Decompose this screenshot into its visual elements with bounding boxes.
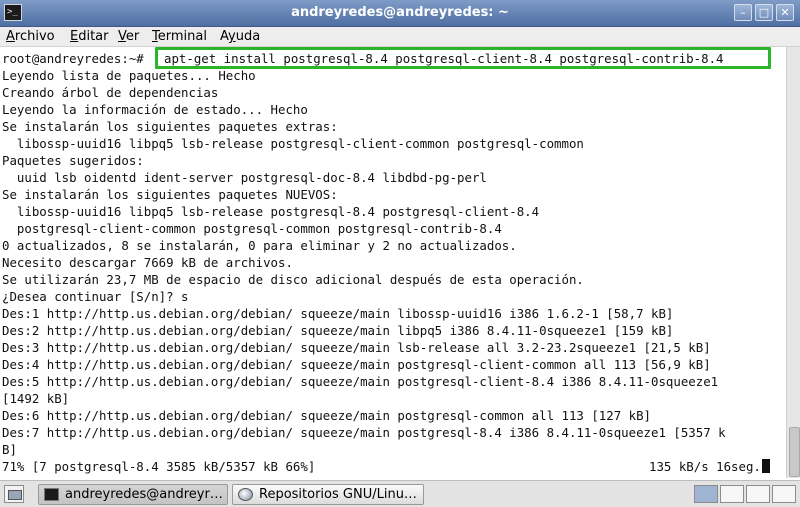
close-button[interactable]: ✕ [776,4,794,21]
window-title: andreyredes@andreyredes: ~ [291,5,509,20]
menu-bar: Archivo Editar Ver Terminal Ayuda [0,27,800,47]
menu-archivo[interactable]: Archivo [6,27,55,46]
output-line: libossp-uuid16 libpq5 lsb-release postgr… [2,136,584,151]
output-line: ¿Desea continuar [S/n]? s [2,289,189,304]
output-line: [1492 kB] [2,391,70,406]
output-line: uuid lsb oidentd ident-server postgresql… [2,170,487,185]
output-line: Des:6 http://http.us.debian.org/debian/ … [2,408,652,423]
output-line: Des:4 http://http.us.debian.org/debian/ … [2,357,711,372]
output-line: Des:7 http://http.us.debian.org/debian/ … [2,425,726,440]
scrollbar-thumb[interactable] [789,427,800,477]
output-line: Se instalarán los siguientes paquetes ex… [2,119,338,134]
prompt: root@andreyredes:~# [2,51,144,66]
output-line: Creando árbol de dependencias [2,85,219,100]
output-line: Des:1 http://http.us.debian.org/debian/ … [2,306,674,321]
show-desktop-icon[interactable] [4,485,24,503]
taskbar-item-browser[interactable]: Repositorios GNU/Linu… [232,484,424,505]
output-line: Se instalarán los siguientes paquetes NU… [2,187,338,202]
output-line: 0 actualizados, 8 se instalarán, 0 para … [2,238,517,253]
menu-terminal[interactable]: Terminal [152,27,207,46]
workspace-1[interactable] [694,485,718,503]
workspace-3[interactable] [746,485,770,503]
terminal-cursor [761,459,770,473]
output-line: Paquetes sugeridos: [2,153,144,168]
command-text: apt-get install postgresql-8.4 postgresq… [164,51,724,66]
output-line: postgresql-client-common postgresql-comm… [2,221,502,236]
output-line: Leyendo la información de estado... Hech… [2,102,308,117]
taskbar-item-terminal[interactable]: andreyredes@andreyr… [38,484,228,505]
window-titlebar[interactable]: >_ andreyredes@andreyredes: ~ – □ ✕ [0,0,800,27]
output-line: Des:3 http://http.us.debian.org/debian/ … [2,340,711,355]
output-line: Des:2 http://http.us.debian.org/debian/ … [2,323,674,338]
terminal-output[interactable]: root@andreyredes:~# apt-get install post… [0,47,786,478]
terminal-scrollbar[interactable] [786,47,800,478]
output-line: Se utilizarán 23,7 MB de espacio de disc… [2,272,584,287]
maximize-button[interactable]: □ [755,4,773,21]
workspace-2[interactable] [720,485,744,503]
menu-editar[interactable]: Editar [70,27,109,46]
output-line: Necesito descargar 7669 kB de archivos. [2,255,293,270]
minimize-button[interactable]: – [734,4,752,21]
output-line: B] [2,442,17,457]
workspace-4[interactable] [772,485,796,503]
browser-icon [238,488,253,501]
menu-ver[interactable]: Ver [118,27,139,46]
output-line: libossp-uuid16 libpq5 lsb-release postgr… [2,204,540,219]
download-progress: 71% [7 postgresql-8.4 3585 kB/5357 kB 66… [2,459,316,474]
download-speed: 135 kB/s 16seg. [649,458,770,475]
output-line: Des:5 http://http.us.debian.org/debian/ … [2,374,719,389]
menu-ayuda[interactable]: Ayuda [220,27,260,46]
output-line: Leyendo lista de paquetes... Hecho [2,68,256,83]
terminal-icon [44,488,59,501]
taskbar: andreyredes@andreyr… Repositorios GNU/Li… [0,480,800,507]
